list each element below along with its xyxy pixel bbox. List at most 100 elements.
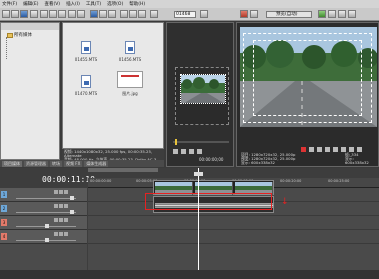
record-icon[interactable] [301,147,306,152]
loop-icon[interactable] [309,147,314,152]
lock-envelopes-icon[interactable] [108,10,116,18]
menu-options[interactable]: 选项(O) [107,1,123,7]
media-item-label: 图片.jpg [122,91,138,96]
playhead-line[interactable] [198,168,199,279]
track-header-audio[interactable]: 3 [0,216,87,230]
slider-knob[interactable] [45,238,49,242]
track-level-slider[interactable] [16,198,76,199]
tab-video-fx[interactable]: 视频 FX [64,160,83,167]
save-snapshot-icon[interactable] [348,10,356,18]
menu-view[interactable]: 查看(V) [44,1,60,7]
slider-knob[interactable] [70,210,74,214]
track-number: 2 [1,205,7,212]
open-icon[interactable] [11,10,19,18]
slider-knob[interactable] [70,196,74,200]
loop-icon[interactable] [197,149,202,154]
menu-insert[interactable]: 插入(I) [66,1,80,7]
solo-icon[interactable] [59,190,63,194]
track-header-video[interactable]: 1 [0,188,87,202]
envelope-tool-icon[interactable] [129,10,137,18]
fx-icon[interactable] [64,218,68,222]
track-number: 4 [1,233,7,240]
track-level-slider[interactable] [16,212,76,213]
copy-icon[interactable] [49,10,57,18]
trim-play-icon[interactable] [200,10,208,18]
cut-icon[interactable] [40,10,48,18]
loop-region-bar[interactable] [88,168,158,172]
trimmer-panel: 00:00:00;00 [166,22,234,167]
mute-icon[interactable] [54,204,58,208]
media-item[interactable]: 01470.MTS [67,69,105,99]
paste-icon[interactable] [58,10,66,18]
folder-item[interactable]: 所有媒体 [7,32,32,38]
preview-info: 项目: 1280x720x32, 25.000p 预览: 1280x720x32… [241,152,295,166]
copy-snapshot-icon[interactable] [338,10,346,18]
tab-project-media[interactable]: 项目媒体 [2,160,22,167]
media-item[interactable]: 01455.MTS [67,35,105,65]
window-dock-tabs: 项目媒体 资源管理器 转场 视频 FX 媒体生成器 [0,160,164,167]
mute-icon[interactable] [54,232,58,236]
mute-icon[interactable] [54,218,58,222]
save-icon[interactable] [20,10,28,18]
pause-icon[interactable] [333,147,338,152]
stop-icon[interactable] [189,149,194,154]
menu-tools[interactable]: 工具(T) [86,1,101,7]
auto-ripple-icon[interactable] [99,10,107,18]
zoom-tool-icon[interactable] [150,10,158,18]
track-lane[interactable] [88,230,379,244]
track-header-video[interactable]: 2 [0,202,87,216]
toolbar: 01468 预览(自动) [0,8,379,21]
track-headers: 1 2 3 4 [0,188,87,279]
folder-icon [7,32,13,38]
menu-edit[interactable]: 编辑(E) [23,1,38,7]
split-screen-icon[interactable] [318,10,326,18]
tab-media-generators[interactable]: 媒体生成器 [84,160,109,167]
fx-icon[interactable] [64,232,68,236]
undo-icon[interactable] [68,10,76,18]
zoom-select[interactable]: 01468 [174,11,196,18]
trimmer-marker[interactable] [175,139,177,145]
video-preview-icon[interactable] [240,10,248,18]
solo-icon[interactable] [59,232,63,236]
pause-icon[interactable] [181,149,186,154]
explorer-header [1,23,59,30]
trimmer-scrub-bar[interactable] [173,141,229,143]
menu-file[interactable]: 文件(F) [2,1,17,7]
preview-frame-info: 帧: 334 显示: 600x338x32 [345,152,378,166]
tab-transitions[interactable]: 转场 [50,160,62,167]
fx-icon[interactable] [64,190,68,194]
track-header-audio[interactable]: 4 [0,230,87,244]
tab-explorer[interactable]: 资源管理器 [24,160,48,167]
media-item[interactable]: 图片.jpg [111,69,149,99]
snap-icon[interactable] [90,10,98,18]
tree-line [6,37,7,59]
video-preview-panel: 项目: 1280x720x32, 25.000p 预览: 1280x720x32… [236,22,379,167]
new-project-icon[interactable] [2,10,10,18]
overlay-icon[interactable] [328,10,336,18]
normal-edit-tool-icon[interactable] [120,10,128,18]
solo-icon[interactable] [59,218,63,222]
track-number: 1 [1,191,7,198]
play-icon[interactable] [173,149,178,154]
properties-icon[interactable] [250,10,258,18]
media-item-label: 01456.MTS [118,57,142,62]
preview-quality-select[interactable]: 预览(自动) [266,11,312,18]
playhead-handle[interactable] [194,172,203,176]
render-icon[interactable] [30,10,38,18]
media-item[interactable]: 01456.MTS [111,35,149,65]
status-bar [0,270,379,279]
safe-area-inner [253,40,362,116]
mute-icon[interactable] [54,190,58,194]
solo-icon[interactable] [59,204,63,208]
video-file-icon [81,75,91,88]
redo-icon[interactable] [77,10,85,18]
fx-icon[interactable] [64,204,68,208]
play-from-start-icon[interactable] [317,147,322,152]
selection-tool-icon[interactable] [138,10,146,18]
menu-help[interactable]: 帮助(H) [129,1,145,7]
play-icon[interactable] [325,147,330,152]
slider-knob[interactable] [45,224,49,228]
media-item-label: 01455.MTS [74,57,98,62]
folder-label: 所有媒体 [14,33,32,38]
track-lane[interactable] [88,216,379,230]
